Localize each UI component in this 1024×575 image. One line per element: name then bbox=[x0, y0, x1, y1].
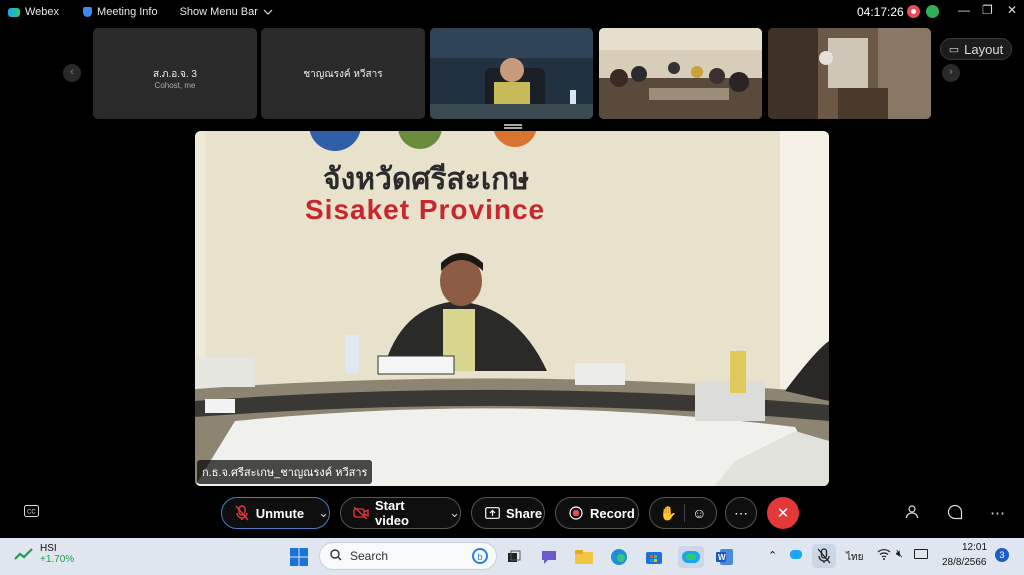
clock-date[interactable]: 28/8/2566 bbox=[942, 557, 987, 568]
layout-grid-icon: ▭ bbox=[948, 43, 960, 56]
recording-indicator-icon[interactable] bbox=[907, 5, 920, 18]
more-panels-icon[interactable]: ⋯ bbox=[990, 504, 1005, 522]
svg-text:W: W bbox=[718, 553, 726, 562]
resize-handle[interactable] bbox=[504, 124, 522, 126]
raise-hand-icon[interactable]: ✋ bbox=[660, 505, 677, 522]
share-label: Share bbox=[506, 505, 543, 521]
clock-time[interactable]: 12:01 bbox=[962, 542, 987, 553]
task-view-icon[interactable] bbox=[503, 546, 525, 568]
captions-icon[interactable]: CC bbox=[24, 504, 39, 521]
webex-logo-icon bbox=[8, 7, 20, 17]
record-button[interactable]: Record bbox=[555, 497, 639, 529]
search-icon bbox=[330, 548, 342, 564]
video-feed-image bbox=[430, 28, 593, 119]
thumbs-prev-arrow[interactable]: ‹ bbox=[63, 64, 81, 82]
video-options-chevron-icon[interactable]: ⌄ bbox=[449, 505, 460, 521]
share-screen-icon bbox=[484, 505, 500, 521]
start-video-button[interactable]: Start video ⌄ bbox=[340, 497, 461, 529]
leave-meeting-button[interactable]: ✕ bbox=[767, 497, 799, 529]
speaker-name-caption: ก.ธ.จ.ศรีสะเกษ_ชาญณรงค์ หวีสาร bbox=[197, 460, 373, 484]
input-language[interactable]: ไทย bbox=[846, 550, 863, 565]
windows-taskbar: HSI +1.70% Search b W ⌃ ไทย 🔇︎ 12:01 28/… bbox=[0, 538, 1024, 575]
close-icon: ✕ bbox=[776, 505, 790, 522]
webex-tray-icon[interactable] bbox=[790, 550, 802, 559]
word-icon[interactable]: W bbox=[714, 546, 736, 568]
file-explorer-icon[interactable] bbox=[573, 546, 595, 568]
stock-widget[interactable]: HSI +1.70% bbox=[14, 543, 74, 565]
svg-text:CC: CC bbox=[27, 510, 36, 516]
mic-muted-tray-icon[interactable] bbox=[812, 544, 836, 568]
more-icon: ⋯ bbox=[734, 504, 748, 521]
search-placeholder: Search bbox=[350, 549, 389, 563]
main-video-stage[interactable]: จังหวัดศรีสะเกษ Sisaket Province ก.ธ.จ.ศ… bbox=[195, 131, 829, 486]
more-options-button[interactable]: ⋯ bbox=[725, 497, 757, 529]
mic-muted-icon bbox=[234, 505, 250, 521]
record-icon bbox=[568, 505, 584, 521]
layout-button[interactable]: ▭ Layout bbox=[940, 38, 1012, 60]
show-menu-bar-button[interactable]: Show Menu Bar bbox=[180, 6, 273, 18]
shield-icon bbox=[83, 7, 93, 17]
thumbs-next-arrow[interactable]: › bbox=[942, 64, 960, 82]
layout-label: Layout bbox=[964, 41, 1004, 57]
webex-taskbar-icon[interactable] bbox=[678, 546, 704, 568]
participants-icon[interactable] bbox=[905, 504, 921, 524]
video-off-icon bbox=[353, 505, 369, 521]
ticker-change: +1.70% bbox=[40, 554, 75, 565]
meeting-clock: 04:17:26 bbox=[857, 5, 904, 19]
store-icon[interactable] bbox=[643, 546, 665, 568]
unmute-label: Unmute bbox=[255, 505, 305, 521]
battery-icon[interactable] bbox=[914, 549, 928, 559]
meeting-info-label: Meeting Info bbox=[97, 6, 158, 18]
restore-icon[interactable]: ❐ bbox=[982, 3, 993, 17]
meeting-info-button[interactable]: Meeting Info bbox=[83, 6, 158, 18]
video-feed-image bbox=[599, 28, 762, 119]
chat-icon[interactable] bbox=[947, 504, 963, 524]
participant-role: Cohost, me bbox=[154, 81, 196, 90]
webex-menu[interactable]: Webex bbox=[8, 6, 59, 18]
volume-muted-icon[interactable]: 🔇︎ bbox=[896, 548, 903, 561]
record-label: Record bbox=[590, 505, 635, 521]
show-menu-bar-label: Show Menu Bar bbox=[179, 6, 258, 18]
start-video-label: Start video bbox=[375, 498, 409, 528]
meeting-controls: CC Unmute ⌄ Start video ⌄ Share Record ✋… bbox=[0, 496, 1024, 532]
unmute-button[interactable]: Unmute ⌄ bbox=[221, 497, 330, 529]
participant-tile[interactable]: ชาญณรงค์ หวีสาร bbox=[261, 28, 425, 119]
bing-icon: b bbox=[472, 548, 488, 564]
edge-browser-icon[interactable] bbox=[608, 546, 630, 568]
stock-trend-icon bbox=[14, 548, 33, 560]
wifi-icon[interactable] bbox=[877, 547, 891, 565]
emoji-reaction-icon[interactable]: ☺ bbox=[692, 505, 706, 521]
share-button[interactable]: Share bbox=[471, 497, 545, 529]
participant-tile[interactable]: ส.ภ.อ.จ. 3 Cohost, me bbox=[93, 28, 257, 119]
network-stats-icon[interactable] bbox=[926, 5, 939, 18]
participant-strip: ส.ภ.อ.จ. 3 Cohost, me ชาญณรงค์ หวีสาร bbox=[93, 28, 933, 120]
audio-options-chevron-icon[interactable]: ⌄ bbox=[318, 505, 329, 521]
app-name: Webex bbox=[25, 6, 60, 18]
minimize-icon[interactable]: — bbox=[958, 3, 970, 17]
ticker-name: HSI bbox=[40, 543, 57, 554]
chevron-down-icon bbox=[263, 9, 273, 15]
tray-chevron-up-icon[interactable]: ⌃ bbox=[768, 549, 777, 562]
notification-badge[interactable]: 3 bbox=[995, 548, 1009, 562]
video-feed-image bbox=[768, 28, 931, 119]
close-window-icon[interactable]: ✕ bbox=[1007, 3, 1017, 17]
video-tile[interactable] bbox=[599, 28, 762, 119]
reactions-group: ✋ ☺ bbox=[649, 497, 717, 529]
video-tile[interactable] bbox=[768, 28, 931, 119]
teams-chat-icon[interactable] bbox=[538, 546, 560, 568]
participant-name: ชาญณรงค์ หวีสาร bbox=[303, 69, 383, 80]
start-menu-icon[interactable] bbox=[288, 546, 310, 568]
taskbar-search-input[interactable]: Search b bbox=[319, 542, 497, 570]
sign-english: Sisaket Province bbox=[305, 194, 546, 225]
participant-name: ส.ภ.อ.จ. 3 bbox=[152, 69, 197, 80]
video-tile[interactable] bbox=[430, 28, 593, 119]
